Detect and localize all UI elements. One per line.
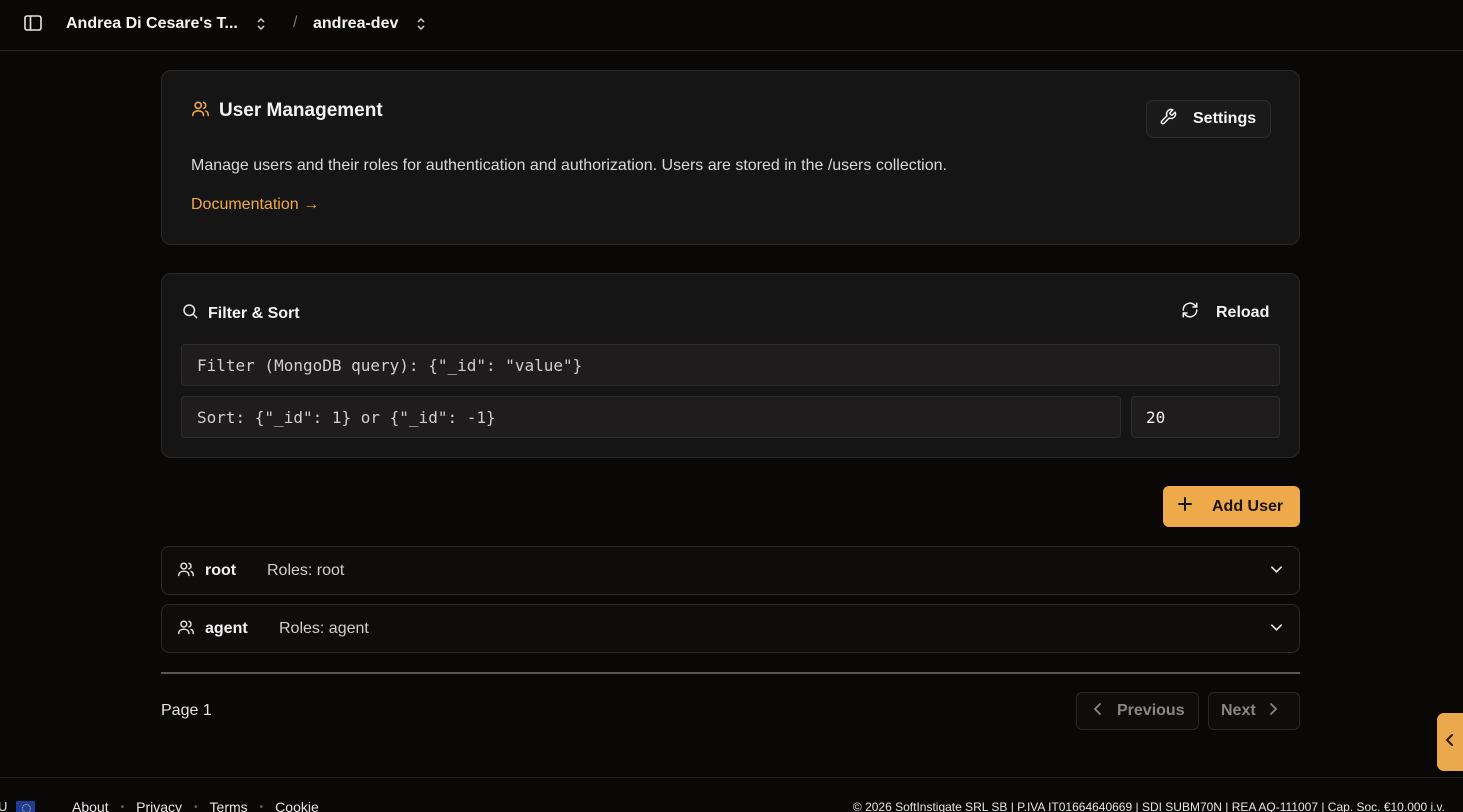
footer-separator: • [194, 801, 198, 812]
search-icon [181, 302, 199, 325]
footer-link-terms[interactable]: Terms [210, 799, 248, 812]
chevron-right-icon [1268, 702, 1278, 721]
footer-separator: • [120, 801, 125, 812]
filter-sort-title-row: Filter & Sort [181, 302, 300, 325]
top-bar: Andrea Di Cesare's T... / andrea-dev [0, 0, 1463, 51]
user-icon [177, 619, 195, 640]
plus-icon [1178, 497, 1192, 516]
filter-sort-title: Filter & Sort [208, 304, 300, 322]
chevron-left-icon [1093, 702, 1103, 721]
user-management-card: User Management Settings Manage users an… [161, 70, 1300, 245]
page-indicator: Page 1 [161, 702, 212, 719]
previous-label: Previous [1117, 702, 1185, 719]
page-size-input[interactable] [1131, 396, 1280, 438]
user-row-root[interactable]: root Roles: root [161, 546, 1300, 595]
page-description: Manage users and their roles for authent… [191, 157, 947, 174]
team-switcher[interactable]: Andrea Di Cesare's T... [66, 13, 266, 35]
footer-link-privacy[interactable]: Privacy [136, 799, 182, 812]
breadcrumb-separator: / [293, 14, 298, 31]
sidebar-toggle-icon[interactable] [23, 14, 43, 32]
sort-input[interactable] [181, 396, 1121, 438]
next-page-button[interactable]: Next [1208, 692, 1300, 730]
project-name: andrea-dev [313, 15, 399, 32]
expand-panel-tab[interactable] [1437, 713, 1463, 771]
filter-query-input[interactable] [181, 344, 1280, 386]
add-user-label: Add User [1212, 497, 1284, 515]
user-roles: Roles: root [267, 562, 345, 579]
footer: U About • Privacy • Terms • Cookie © 202… [0, 777, 1463, 812]
users-icon [191, 100, 210, 122]
project-switcher[interactable]: andrea-dev [313, 13, 426, 35]
chevron-left-icon [1445, 733, 1455, 752]
chevrons-up-down-icon [416, 17, 426, 31]
footer-separator: • [259, 801, 264, 812]
previous-page-button[interactable]: Previous [1076, 692, 1199, 730]
user-icon [177, 561, 195, 582]
user-name: agent [205, 620, 248, 637]
eu-flag-icon [16, 801, 35, 812]
user-row-agent[interactable]: agent Roles: agent [161, 604, 1300, 653]
user-name: root [205, 562, 237, 579]
settings-button[interactable]: Settings [1146, 100, 1271, 138]
footer-link-about[interactable]: About [72, 799, 109, 812]
reload-label: Reload [1216, 303, 1270, 321]
wrench-icon [1159, 108, 1177, 131]
next-label: Next [1221, 702, 1256, 719]
filter-sort-card: Filter & Sort Reload [161, 273, 1300, 458]
chevron-down-icon[interactable] [1270, 563, 1283, 581]
region-label: U [0, 799, 8, 812]
copyright-text: © 2026 SoftInstigate SRL SB | P.IVA IT01… [852, 800, 1445, 812]
chevrons-up-down-icon [256, 17, 266, 31]
user-roles: Roles: agent [279, 620, 369, 637]
refresh-icon [1181, 301, 1199, 324]
documentation-link[interactable]: Documentation → [191, 196, 319, 214]
team-name: Andrea Di Cesare's T... [66, 15, 238, 32]
chevron-down-icon[interactable] [1270, 621, 1283, 639]
footer-links: About • Privacy • Terms • Cookie [72, 799, 319, 812]
page-title-row: User Management [191, 100, 383, 122]
add-user-button[interactable]: Add User [1163, 486, 1300, 527]
footer-link-cookie[interactable]: Cookie [275, 799, 319, 812]
settings-label: Settings [1193, 110, 1257, 127]
reload-button[interactable]: Reload [1181, 301, 1269, 324]
divider [161, 672, 1300, 674]
page-title: User Management [219, 100, 383, 121]
